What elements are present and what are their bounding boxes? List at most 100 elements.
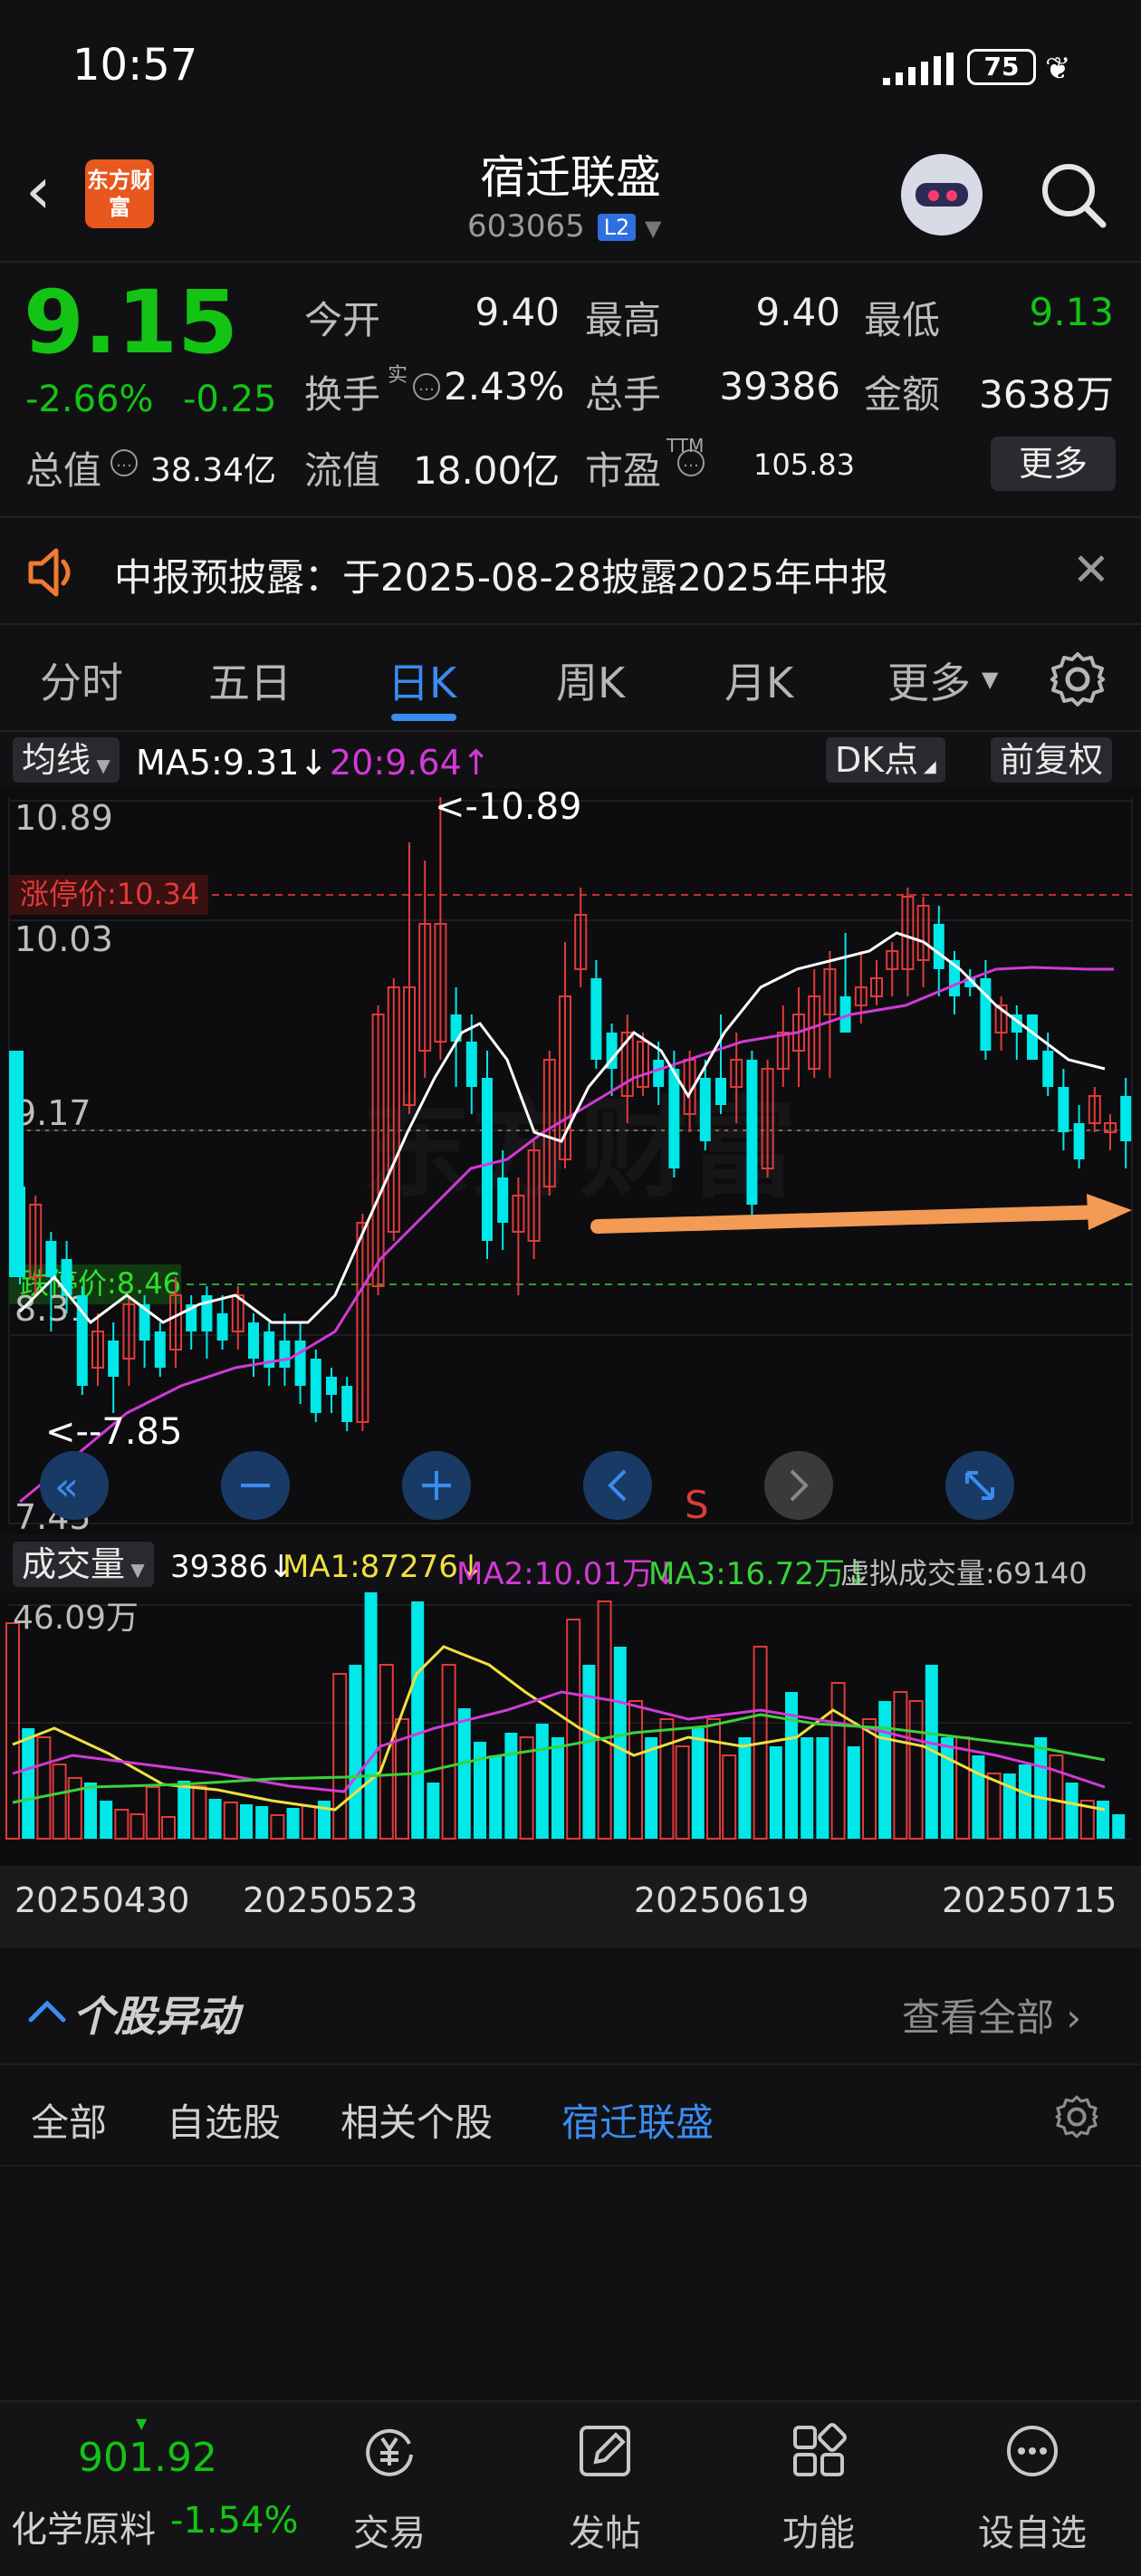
filter-this-stock[interactable]: 宿迁联盛 <box>561 2092 714 2148</box>
candle-body <box>715 1078 726 1105</box>
status-bar: 10:57 75 ❦ <box>0 0 1141 136</box>
pe-label: 市盈 <box>585 448 662 493</box>
dk-point-button[interactable]: DK点 ◢ <box>826 737 945 783</box>
filter-watchlist[interactable]: 自选股 <box>167 2092 281 2148</box>
chevron-up-icon[interactable] <box>27 1998 67 2023</box>
volume-bar <box>427 1783 440 1839</box>
volume-bar <box>1019 1764 1031 1839</box>
volume-selector[interactable]: 成交量 ▼ <box>13 1542 154 1587</box>
assistant-avatar[interactable] <box>901 154 983 235</box>
virtual-volume: 虚拟成交量:69140 <box>840 1556 1088 1591</box>
caret-down-icon[interactable]: ▼ <box>982 667 998 692</box>
tab-monthly-k[interactable]: 月K <box>724 650 793 710</box>
search-icon[interactable] <box>1040 161 1108 230</box>
double-left-icon: « <box>54 1464 79 1510</box>
limit-up-label: 涨停价:10.34 <box>20 877 199 911</box>
stock-movement-header[interactable]: 个股异动 查看全部 › <box>0 1964 1141 2065</box>
candle-body <box>9 1051 24 1277</box>
speaker-icon <box>28 548 71 597</box>
tab-five-day[interactable]: 五日 <box>208 650 292 710</box>
candle-body <box>653 1060 665 1087</box>
gear-icon[interactable] <box>1054 2094 1099 2139</box>
volume-bar <box>941 1737 954 1839</box>
view-all-link[interactable]: 查看全部 › <box>902 1987 1081 2043</box>
mktcap-label: 总值 <box>25 448 102 493</box>
nav-functions[interactable]: 功能 <box>719 2402 918 2576</box>
nav-trade[interactable]: 交易 <box>290 2402 489 2576</box>
candle-body <box>482 1078 493 1241</box>
close-icon[interactable]: ✕ <box>1072 543 1110 596</box>
level-badge[interactable]: L2 <box>598 214 636 241</box>
tab-daily-k[interactable]: 日K <box>388 650 456 710</box>
nav-add-watchlist[interactable]: 设自选 <box>933 2402 1132 2576</box>
volume-bar <box>582 1665 596 1839</box>
nav-label: 设自选 <box>978 2513 1087 2554</box>
edit-icon <box>580 2426 630 2476</box>
float-value: 18.00亿 <box>413 448 561 493</box>
active-tab-indicator <box>391 714 456 721</box>
info-icon[interactable]: … <box>110 449 138 476</box>
info-icon[interactable]: … <box>677 449 705 476</box>
signal-icon <box>883 53 954 85</box>
caret-down-icon[interactable]: ▼ <box>645 216 661 241</box>
more-dots-icon <box>1007 2426 1058 2476</box>
scroll-left-button[interactable] <box>583 1451 652 1520</box>
candle-body <box>248 1322 259 1359</box>
scroll-right-button[interactable] <box>764 1451 833 1520</box>
candle-body <box>1042 1051 1054 1087</box>
volume-bar <box>364 1592 378 1839</box>
movement-title: 个股异动 <box>72 1992 239 2041</box>
volume-bar <box>1065 1783 1079 1839</box>
vol-ma2: MA2:10.01万↓ <box>456 1556 679 1592</box>
candle-body <box>1058 1087 1069 1132</box>
turnover-label: 换手 <box>304 372 381 417</box>
candle-body <box>465 1042 477 1087</box>
volume-bar <box>457 1708 471 1839</box>
candle-body <box>668 1069 680 1168</box>
sector-index[interactable]: ▼ 901.92 化学原料 -1.54% <box>0 2402 299 2576</box>
adjust-button[interactable]: 前复权 <box>991 737 1113 783</box>
nav-label: 发帖 <box>569 2513 641 2554</box>
more-button[interactable]: 更多 <box>991 437 1116 491</box>
sector-index-value: 901.92 <box>78 2435 217 2481</box>
stock-header: ‹ 东方财富 宿迁联盛 603065 L2 ▼ <box>0 136 1141 263</box>
volume-value: 39386 <box>719 364 840 409</box>
volume-chart[interactable]: 46.09万 <box>0 1592 1141 1866</box>
candle-body <box>154 1331 166 1368</box>
date-label: 20250523 <box>243 1880 418 1920</box>
notice-banner[interactable]: 中报预披露：于2025-08-28披露2025年中报 ✕ <box>0 520 1141 625</box>
ma-selector[interactable]: 均线 ▼ <box>13 737 120 783</box>
nav-post[interactable]: 发帖 <box>505 2402 705 2576</box>
y-label-top: 10.89 <box>14 798 113 838</box>
vol-ma3: MA3:16.72万↓ <box>648 1556 871 1592</box>
volume-label: 总手 <box>585 372 662 417</box>
turnover-value: 2.43% <box>444 364 565 409</box>
clock: 10:57 <box>72 40 198 91</box>
volume-bar <box>535 1724 549 1839</box>
low-value: 9.13 <box>1029 290 1114 334</box>
filter-all[interactable]: 全部 <box>31 2092 107 2148</box>
high-label: 最高 <box>585 298 662 342</box>
candle-body <box>45 1241 57 1277</box>
tab-intraday[interactable]: 分时 <box>40 650 123 710</box>
candlestick-chart[interactable]: 东方财富 涨停价:10.34 跌停价:8.46 10.89 10.03 9.17… <box>0 788 1141 1534</box>
date-label: 20250619 <box>634 1880 810 1920</box>
tab-more[interactable]: 更多 <box>887 650 971 710</box>
volume-bar <box>551 1737 564 1839</box>
min-price-mark: <--7.85 <box>45 1411 182 1453</box>
volume-max-label: 46.09万 <box>13 1600 139 1637</box>
ma5-value: MA5:9.31↓ <box>136 743 329 783</box>
gear-icon[interactable] <box>1049 650 1107 708</box>
filter-related[interactable]: 相关个股 <box>340 2092 493 2148</box>
amount-label: 金额 <box>864 372 941 417</box>
volume-value: 39386↓ <box>170 1549 294 1585</box>
grid-icon <box>793 2423 847 2476</box>
caret-down-icon: ▼ <box>136 2415 148 2432</box>
tab-weekly-k[interactable]: 周K <box>556 650 625 710</box>
volume-bar <box>411 1601 425 1839</box>
ma20-value: 20:9.64↑ <box>330 743 491 783</box>
candle-body <box>310 1359 321 1413</box>
volume-bar <box>504 1733 518 1839</box>
info-icon[interactable]: … <box>413 373 440 400</box>
candle-body <box>933 924 944 969</box>
